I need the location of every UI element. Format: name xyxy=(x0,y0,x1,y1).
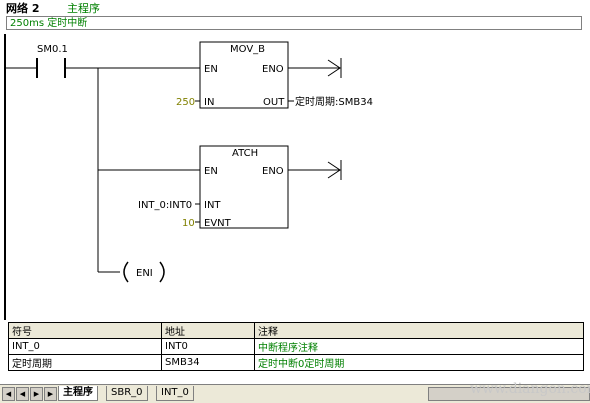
atch-title: ATCH xyxy=(232,148,258,159)
symbol-table: 符号 地址 注释 INT_0 INT0 中断程序注释 定时周期 SMB34 定时… xyxy=(8,322,584,371)
last-tab-button[interactable]: ▶ xyxy=(44,387,57,401)
col-address[interactable]: 地址 xyxy=(161,322,255,339)
mov-out-pin: OUT xyxy=(263,97,285,108)
ladder-diagram[interactable]: SM0.1 MOV_B EN ENO IN OUT 250 定时周期:SMB34… xyxy=(0,0,590,320)
contact-label: SM0.1 xyxy=(37,44,68,55)
address-cell[interactable]: INT0 xyxy=(161,338,255,355)
col-symbol[interactable]: 符号 xyxy=(8,322,162,339)
mov-b-title: MOV_B xyxy=(230,44,265,55)
comment-cell[interactable]: 中断程序注释 xyxy=(254,338,584,355)
table-row: 定时周期 SMB34 定时中断0定时周期 xyxy=(8,354,584,371)
coil-right-icon xyxy=(159,261,165,283)
atch-evnt-value[interactable]: 10 xyxy=(182,218,195,229)
eni-coil-label[interactable]: ENI xyxy=(136,268,153,279)
coil-left-icon xyxy=(123,261,129,283)
address-cell[interactable]: SMB34 xyxy=(161,354,255,371)
prev-tab-button[interactable]: ◀ xyxy=(16,387,29,401)
atch-eno-pin: ENO xyxy=(262,166,284,177)
mov-en-pin: EN xyxy=(204,64,218,75)
atch-int-pin: INT xyxy=(204,200,221,211)
symbol-cell[interactable]: 定时周期 xyxy=(8,354,162,371)
tab-int0[interactable]: INT_0 xyxy=(156,386,194,401)
col-comment[interactable]: 注释 xyxy=(254,322,584,339)
tab-main[interactable]: 主程序 xyxy=(58,386,98,401)
tab-bar: ◀ ◀ ▶ ▶ 主程序 SBR_0 INT_0 www.diangon.com xyxy=(0,381,590,403)
symbol-cell[interactable]: INT_0 xyxy=(8,338,162,355)
mov-in-pin: IN xyxy=(204,97,214,108)
atch-int-value[interactable]: INT_0:INT0 xyxy=(138,200,192,211)
table-row: INT_0 INT0 中断程序注释 xyxy=(8,338,584,355)
tab-sbr0[interactable]: SBR_0 xyxy=(106,386,148,401)
comment-cell[interactable]: 定时中断0定时周期 xyxy=(254,354,584,371)
atch-en-pin: EN xyxy=(204,166,218,177)
atch-evnt-pin: EVNT xyxy=(204,218,232,229)
mov-eno-pin: ENO xyxy=(262,64,284,75)
mov-in-value[interactable]: 250 xyxy=(176,97,195,108)
watermark: www.diangon.com xyxy=(470,381,590,397)
mov-out-value[interactable]: 定时周期:SMB34 xyxy=(295,95,373,108)
table-header-row: 符号 地址 注释 xyxy=(8,322,584,339)
first-tab-button[interactable]: ◀ xyxy=(2,387,15,401)
next-tab-button[interactable]: ▶ xyxy=(30,387,43,401)
